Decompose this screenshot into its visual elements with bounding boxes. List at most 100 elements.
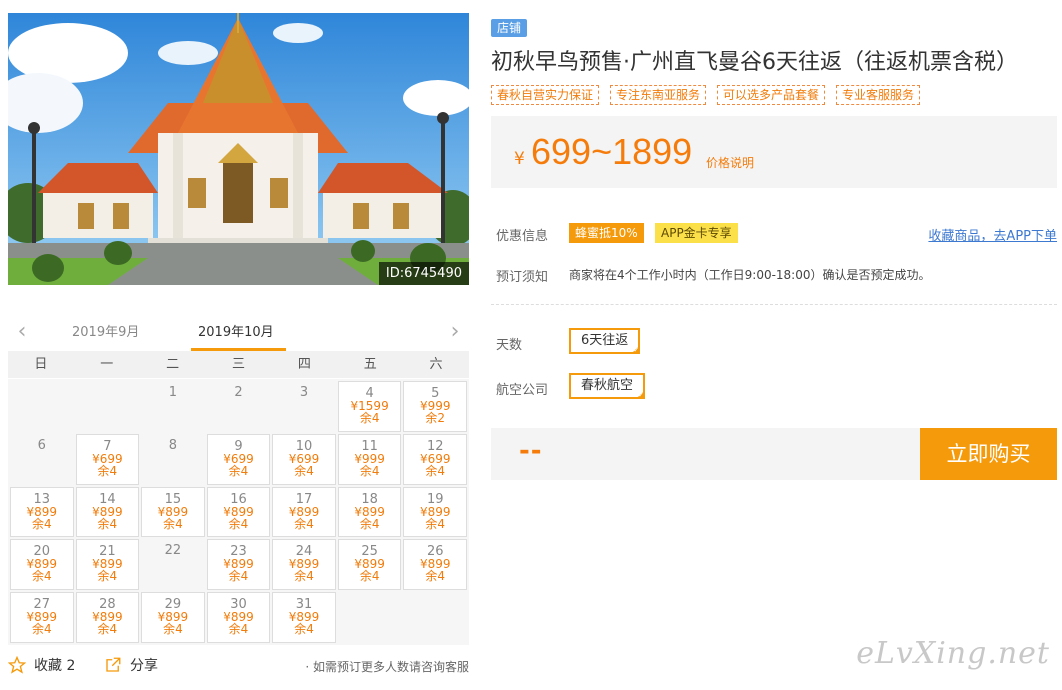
calendar-day-cell[interactable]: 5 ¥999 余2 xyxy=(403,381,467,432)
day-stock: 余4 xyxy=(31,622,52,637)
share-button[interactable]: 分享 xyxy=(104,655,158,675)
calendar-day-cell[interactable]: 11 ¥999 余4 xyxy=(337,433,402,485)
day-number: 16 xyxy=(230,491,247,507)
weekday-sat: 六 xyxy=(429,357,443,372)
day-number: 22 xyxy=(164,543,182,559)
day-number: 7 xyxy=(103,438,112,454)
service-tag: 可以选多产品套餐 xyxy=(717,85,826,105)
calendar-day-cell[interactable]: 14 ¥899 余4 xyxy=(75,486,140,538)
day-stock: 余4 xyxy=(359,569,380,584)
airline-option-selected[interactable]: 春秋航空 ✓ xyxy=(569,373,646,399)
day-price: ¥699 xyxy=(223,451,254,466)
promo-badge-app: APP金卡专享 xyxy=(655,223,738,243)
action-row: 收藏 2 分享 · 如需预订更多人数请咨询客服 xyxy=(8,655,469,679)
calendar-day-cell[interactable]: 25 ¥899 余4 xyxy=(337,539,402,591)
day-stock: 余4 xyxy=(228,516,249,531)
calendar-day-cell[interactable]: 30 ¥899 余4 xyxy=(206,592,271,643)
day-stock: 余4 xyxy=(163,622,183,637)
calendar-day-cell[interactable]: 9 ¥699 余4 xyxy=(206,433,271,485)
calendar-day-cell[interactable]: 19 ¥899 余4 xyxy=(403,486,467,538)
calendar-day-cell[interactable]: 27 ¥899 余4 xyxy=(10,592,74,643)
calendar-day-cell[interactable]: 16 ¥899 余4 xyxy=(206,486,271,538)
day-number: 2 xyxy=(234,385,243,400)
days-option-selected[interactable]: 6天往返 ✓ xyxy=(569,328,641,354)
weekday-fri: 五 xyxy=(363,357,377,372)
day-stock: 余4 xyxy=(425,463,446,478)
day-price: ¥899 xyxy=(157,504,189,519)
day-price: ¥899 xyxy=(92,504,123,519)
day-price: ¥899 xyxy=(288,504,320,519)
weekday-mon: 一 xyxy=(100,357,114,372)
service-tag: 专业客服服务 xyxy=(836,85,921,105)
temple-image xyxy=(8,13,469,285)
watermark: eLvXing.net xyxy=(856,636,1050,671)
total-price: -- xyxy=(519,436,543,466)
tab-current-month[interactable]: 2019年10月 xyxy=(198,321,274,340)
calendar-day-cell[interactable]: 12 ¥699 余4 xyxy=(403,433,467,485)
tab-prev-month[interactable]: 2019年9月 xyxy=(72,321,139,340)
service-tag: 专注东南亚服务 xyxy=(610,85,707,105)
buy-bar: -- 立即购买 xyxy=(491,428,1057,480)
calendar-empty-cell xyxy=(76,381,140,432)
buy-now-button[interactable]: 立即购买 xyxy=(920,428,1057,480)
prev-month-arrow-icon[interactable]: ‹ xyxy=(10,318,34,346)
calendar-day-cell[interactable]: 23 ¥899 余4 xyxy=(206,539,271,591)
product-title-block: 店铺初秋早鸟预售·广州直飞曼谷6天往返（往返机票含税） xyxy=(491,13,1057,79)
day-stock: 余4 xyxy=(31,516,52,531)
day-stock: 余4 xyxy=(294,516,314,531)
day-number: 12 xyxy=(426,438,444,454)
calendar-day-cell[interactable]: 17 ¥899 余4 xyxy=(272,486,336,538)
check-icon: ✓ xyxy=(638,391,645,399)
calendar-day-cell: 2 xyxy=(207,381,271,432)
calendar-day-cell[interactable]: 21 ¥899 余4 xyxy=(75,539,140,591)
day-price: ¥899 xyxy=(419,504,451,519)
calendar-day-cell[interactable]: 31 ¥899 余4 xyxy=(272,592,336,643)
day-number: 8 xyxy=(168,437,178,453)
day-stock: 余4 xyxy=(359,463,380,478)
day-stock: 余4 xyxy=(359,411,380,425)
day-stock: 余4 xyxy=(31,569,52,584)
day-stock: 余4 xyxy=(425,569,446,584)
day-stock: 余4 xyxy=(228,622,249,637)
price-range: 699~1899 xyxy=(531,131,693,172)
price-box: ¥ 699~1899 价格说明 xyxy=(491,116,1057,188)
calendar-day-cell[interactable]: 4 ¥1599 余4 xyxy=(337,381,402,432)
weekday-tue: 二 xyxy=(166,357,180,372)
calendar-day-cell[interactable]: 20 ¥899 余4 xyxy=(10,539,74,591)
calendar-day-cell[interactable]: 28 ¥899 余4 xyxy=(75,592,140,643)
weekday-thu: 四 xyxy=(297,357,311,372)
service-tag: 春秋自营实力保证 xyxy=(491,85,600,105)
price-currency: ¥ xyxy=(514,149,525,169)
calendar-day-cell[interactable]: 13 ¥899 余4 xyxy=(10,486,74,538)
day-number: 17 xyxy=(295,491,313,507)
weekday-wed: 三 xyxy=(231,357,245,372)
calendar-day-cell: 8 xyxy=(141,434,205,485)
airline-label: 航空公司 xyxy=(496,383,549,398)
calendar-day-cell[interactable]: 15 ¥899 余4 xyxy=(141,486,205,538)
day-number: 14 xyxy=(99,491,116,507)
service-tags: 春秋自营实力保证 专注东南亚服务 可以选多产品套餐 专业客服服务 xyxy=(491,85,921,105)
day-stock: 余4 xyxy=(425,516,446,531)
promo-badge-honey: 蜂蜜抵10% xyxy=(569,223,644,243)
day-stock: 余4 xyxy=(97,463,118,478)
next-month-arrow-icon[interactable]: › xyxy=(443,318,467,346)
calendar-day-cell: 22 xyxy=(141,539,205,590)
calendar-day-cell[interactable]: 24 ¥899 余4 xyxy=(272,539,336,591)
calendar-day-cell[interactable]: 29 ¥899 余4 xyxy=(141,592,205,643)
calendar-day-cell[interactable]: 26 ¥899 余4 xyxy=(403,539,467,591)
calendar-day-cell[interactable]: 10 ¥699 余4 xyxy=(272,433,336,485)
favorite-button[interactable]: 收藏 2 xyxy=(8,655,75,675)
calendar-day-cell[interactable]: 7 ¥699 余4 xyxy=(75,433,140,485)
day-number: 3 xyxy=(299,385,309,400)
calendar-grid: 1 2 3 4 ¥1599 余4 5 ¥999 余2 6 7 ¥699 余4 8 9 ¥699 余4 10 ¥699… xyxy=(8,379,469,645)
shop-badge[interactable]: 店铺 xyxy=(491,19,528,37)
calendar-day-cell[interactable]: 18 ¥899 余4 xyxy=(337,486,402,538)
day-number: 1 xyxy=(168,385,178,400)
share-label: 分享 xyxy=(130,658,158,674)
day-price: ¥999 xyxy=(354,451,385,466)
price-note-link[interactable]: 价格说明 xyxy=(706,154,754,171)
favorite-app-link[interactable]: 收藏商品，去APP下单 xyxy=(928,225,1057,244)
day-number: 18 xyxy=(361,491,378,507)
day-stock: 余4 xyxy=(97,569,118,584)
calendar-nav: ‹ 2019年9月 2019年10月 › xyxy=(8,312,469,352)
